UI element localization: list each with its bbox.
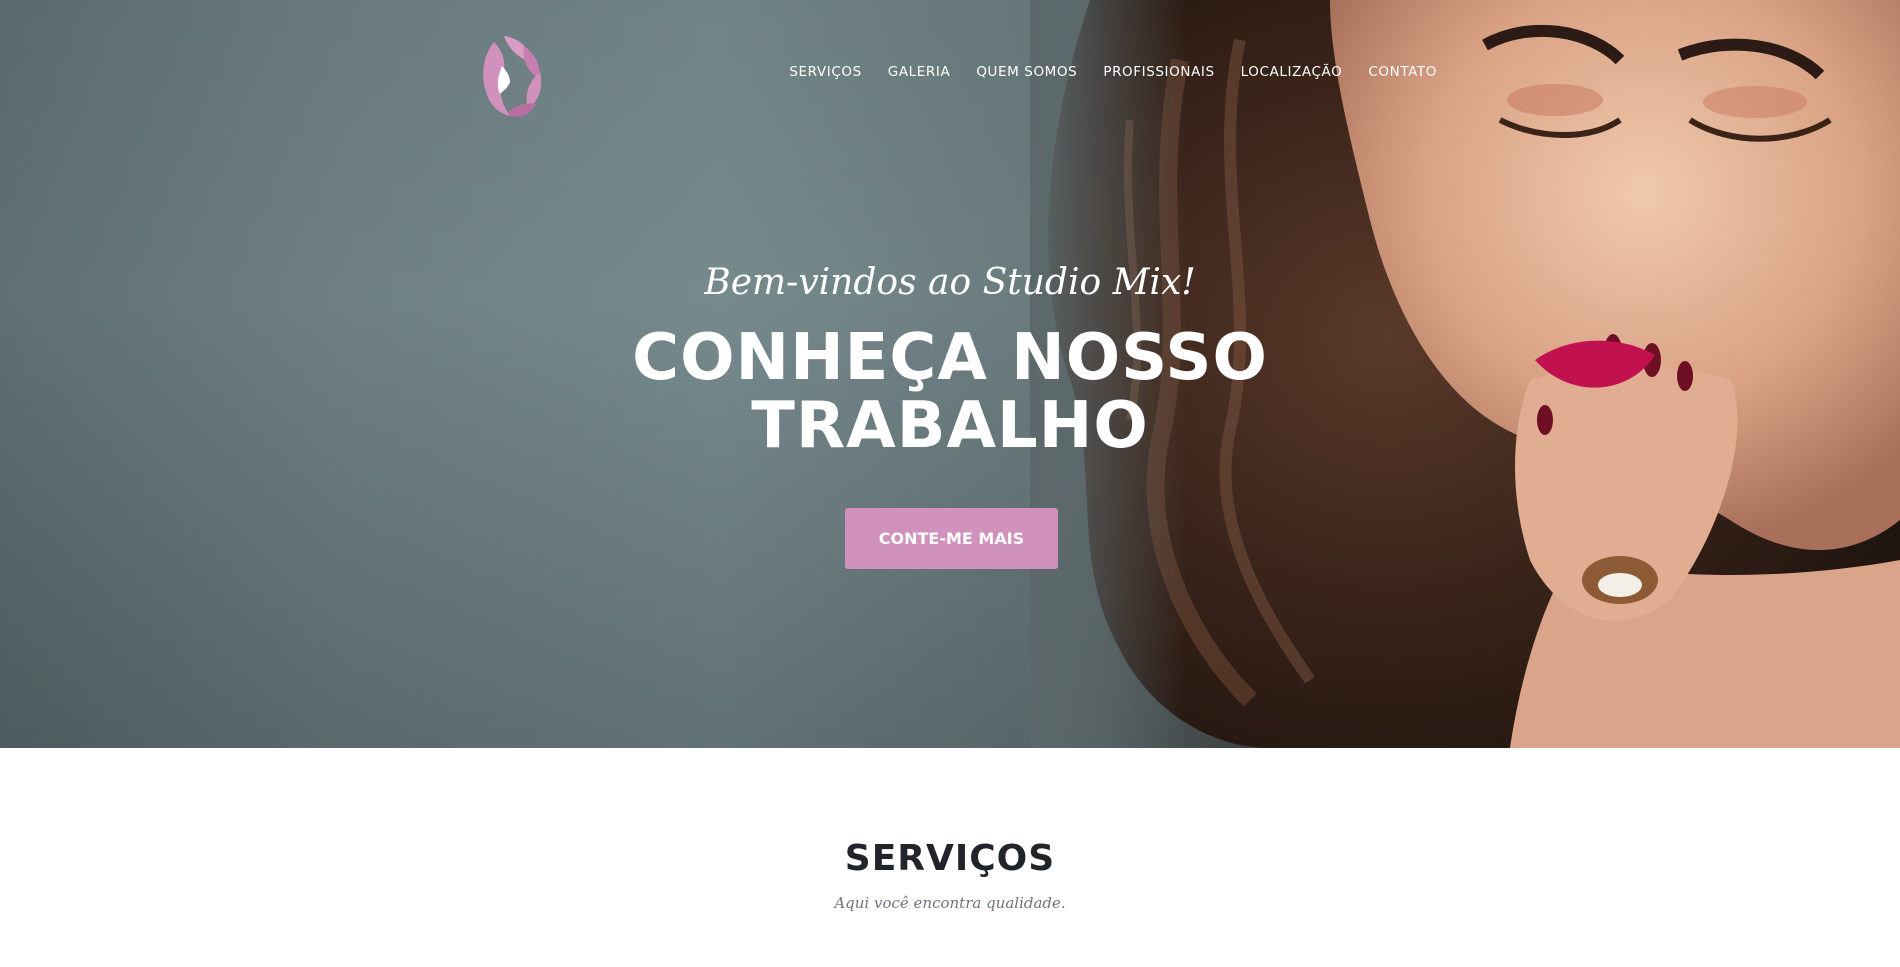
hero-headline-line2: TRABALHO [751,389,1149,463]
services-title: SERVIÇOS [844,838,1056,879]
services-subtitle: Aqui você encontra qualidade. [834,894,1066,912]
nav-item-profissionais[interactable]: PROFISSIONAIS [1103,64,1214,80]
main-nav: SERVIÇOS GALERIA QUEM SOMOS PROFISSIONAI… [763,64,1437,80]
conte-me-mais-button[interactable]: CONTE-ME MAIS [845,508,1058,569]
nav-item-quem-somos[interactable]: QUEM SOMOS [976,64,1077,80]
lotus-woman-logo-icon[interactable] [480,32,544,118]
hero-section: SERVIÇOS GALERIA QUEM SOMOS PROFISSIONAI… [0,0,1900,748]
hero-welcome-text: Bem-vindos ao Studio Mix! [704,262,1196,303]
nav-item-servicos[interactable]: SERVIÇOS [789,64,861,80]
nav-item-localizacao[interactable]: LOCALIZAÇÃO [1241,64,1343,80]
hero-headline-line1: CONHEÇA NOSSO [632,321,1268,395]
services-section: SERVIÇOS Aqui você encontra qualidade. [0,748,1900,967]
nav-item-contato[interactable]: CONTATO [1368,64,1437,80]
nav-item-galeria[interactable]: GALERIA [888,64,951,80]
hero-headline: CONHEÇA NOSSO TRABALHO [0,324,1900,460]
